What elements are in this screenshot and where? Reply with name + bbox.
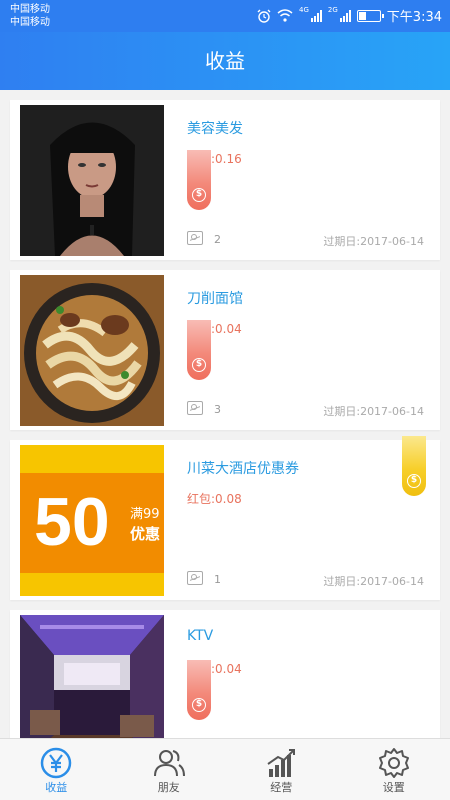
gear-icon bbox=[378, 748, 409, 778]
list-item[interactable]: 50 满99 优惠 川菜大酒店优惠券 红包:0.08 1 过期日:2017-06… bbox=[10, 436, 440, 600]
tab-friends[interactable]: 朋友 bbox=[113, 739, 226, 800]
tab-business[interactable]: 经营 bbox=[225, 739, 338, 800]
friends-icon bbox=[153, 750, 185, 777]
coin-icon: $ bbox=[192, 698, 206, 712]
tab-income[interactable]: 收益 bbox=[0, 739, 113, 800]
money-tag-icon: $ bbox=[402, 436, 426, 496]
coupon-big-text: 50 bbox=[34, 484, 110, 560]
tab-label: 朋友 bbox=[157, 781, 180, 794]
battery-icon bbox=[356, 9, 384, 22]
image-icon bbox=[187, 231, 203, 245]
expiry-date: 过期日:2017-06-14 bbox=[323, 235, 424, 248]
status-icons: 4G 2G 下午3:34 bbox=[257, 6, 442, 25]
list-item[interactable]: 美容美发 红包:0.16 2 过期日:2017-06-14 $ bbox=[10, 100, 440, 260]
list-item[interactable]: KTV 红包:0.04 $ bbox=[10, 610, 440, 738]
expiry-date: 过期日:2017-06-14 bbox=[323, 405, 424, 418]
alarm-icon bbox=[257, 9, 271, 23]
status-bar: 中国移动 中国移动 4G 2G 下午3:34 bbox=[0, 0, 450, 32]
carrier-info: 中国移动 中国移动 bbox=[10, 3, 50, 29]
woman-portrait-photo bbox=[20, 105, 164, 256]
list-item[interactable]: 刀削面馆 红包:0.04 3 过期日:2017-06-14 $ bbox=[10, 270, 440, 430]
coin-icon: $ bbox=[192, 358, 206, 372]
signal-icon bbox=[310, 9, 322, 22]
bottom-tab-bar: 收益 朋友 经营 设置 bbox=[0, 738, 450, 800]
image-count: 2 bbox=[214, 233, 221, 246]
tab-label: 经营 bbox=[270, 781, 293, 794]
tab-settings[interactable]: 设置 bbox=[338, 739, 450, 800]
red-packet-amount: 红包:0.08 bbox=[187, 492, 242, 506]
network-type-2: 2G bbox=[327, 6, 338, 14]
image-count: 3 bbox=[214, 403, 221, 416]
tab-label: 设置 bbox=[382, 781, 405, 794]
coupon-small-text-1: 满99 bbox=[130, 507, 160, 522]
tab-label: 收益 bbox=[45, 781, 68, 794]
coupon-50-photo: 50 满99 优惠 bbox=[20, 445, 164, 596]
coin-icon: $ bbox=[407, 474, 421, 488]
carrier-label-2: 中国移动 bbox=[10, 17, 50, 28]
header-bar: 收益 bbox=[0, 32, 450, 90]
item-name[interactable]: 川菜大酒店优惠券 bbox=[187, 458, 299, 478]
wifi-icon bbox=[277, 9, 293, 22]
bar-chart-icon bbox=[267, 749, 296, 777]
ktv-room-photo bbox=[20, 615, 164, 738]
item-name[interactable]: KTV bbox=[187, 628, 213, 644]
carrier-label-1: 中国移动 bbox=[10, 4, 50, 15]
coin-icon: $ bbox=[192, 188, 206, 202]
money-tag-icon: $ bbox=[187, 660, 211, 720]
item-name[interactable]: 刀削面馆 bbox=[187, 288, 243, 308]
yen-circle-icon bbox=[41, 747, 72, 779]
money-tag-icon: $ bbox=[187, 320, 211, 380]
signal-icon-2 bbox=[339, 9, 351, 22]
clock: 下午3:34 bbox=[386, 10, 442, 25]
image-count: 1 bbox=[214, 573, 221, 586]
income-list[interactable]: 美容美发 红包:0.16 2 过期日:2017-06-14 $ 刀削面馆 红包:… bbox=[0, 90, 450, 738]
image-icon bbox=[187, 401, 203, 415]
money-tag-icon: $ bbox=[187, 150, 211, 210]
expiry-date: 过期日:2017-06-14 bbox=[323, 575, 424, 588]
image-icon bbox=[187, 571, 203, 585]
network-type-1: 4G bbox=[299, 6, 309, 14]
page-title: 收益 bbox=[205, 49, 245, 73]
noodle-bowl-photo bbox=[20, 275, 164, 426]
item-name[interactable]: 美容美发 bbox=[187, 118, 243, 138]
coupon-small-text-2: 优惠 bbox=[130, 525, 161, 543]
